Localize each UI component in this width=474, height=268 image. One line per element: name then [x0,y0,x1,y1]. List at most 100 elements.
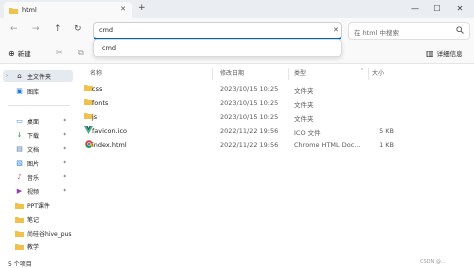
back-button[interactable]: ← [10,24,18,34]
file-date: 2023/10/15 10:25 [220,85,279,93]
forward-button[interactable]: → [32,24,40,34]
video-icon: ▶ [16,187,23,195]
sidebar-item-desktop[interactable]: ▭ 桌面 ✦ [3,115,73,127]
sidebar-item-home[interactable]: › ⌂ 主文件夹 [3,70,73,82]
sidebar-item-label: PPT课件 [27,202,50,210]
address-suggestion[interactable]: cmd [93,39,342,57]
add-icon: ⊕ [8,48,15,58]
column-size[interactable]: 大小 [372,68,384,77]
file-type: ICO 文件 [294,129,321,137]
file-type: Chrome HTML Doc... [294,141,361,149]
column-divider[interactable] [288,68,289,80]
sidebar-item-label: 文档 [27,146,40,154]
sidebar-item-teaching[interactable]: 教学 [3,241,73,251]
file-list: 名称 修改日期 类型 ⌃ 大小 css 2023/10/15 10:25 文件夹… [76,64,474,258]
new-button[interactable]: ⊕ 新建 [8,48,31,59]
navigation-pane: › ⌂ 主文件夹 ▣ 图库 ▭ 桌面 ✦ ↓ 下载 ✦ ▤ 文档 ✦ ▧ 图片 … [0,64,76,258]
sidebar-item-label: 主文件夹 [27,73,52,81]
folder-icon [15,216,24,223]
up-button[interactable]: ↑ [54,24,62,34]
search-input[interactable]: 在 html 中搜索 [348,22,470,40]
sidebar-item-videos[interactable]: ▶ 视频 ✦ [3,185,73,197]
file-size: 5 KB [379,127,394,135]
sidebar-item-label: 尚硅谷hive_pus [27,230,72,238]
sidebar-item-pictures[interactable]: ▧ 图片 ✦ [3,157,73,169]
file-name: favicon.ico [92,127,128,135]
tab-html[interactable]: html ✕ [4,2,132,18]
file-type: 文件夹 [294,87,314,95]
sidebar-item-documents[interactable]: ▤ 文档 ✦ [3,143,73,155]
table-row[interactable]: index.html 2022/11/22 19:56 Chrome HTML … [76,138,474,152]
watermark: CSDN @... [420,259,446,265]
column-date[interactable]: 修改日期 [220,68,244,77]
item-count: 5 个项目 [8,261,32,268]
status-bar: 5 个项目 CSDN @... [0,258,474,268]
folder-icon [9,7,18,14]
column-name[interactable]: 名称 [90,68,102,77]
tab-title: html [22,6,37,14]
pin-icon: ✦ [62,146,67,152]
details-button[interactable]: ▥ 详细信息 [426,48,463,59]
new-label: 新建 [17,50,31,58]
table-row[interactable]: favicon.ico 2022/11/22 19:56 ICO 文件 5 KB [76,124,474,138]
maximize-button[interactable]: ☐ [426,2,448,15]
file-date: 2022/11/22 19:56 [220,127,279,135]
close-window-button[interactable]: ✕ [449,2,471,15]
home-icon: ⌂ [17,72,22,80]
table-row[interactable]: fonts 2023/10/15 10:25 文件夹 [76,96,474,110]
pictures-icon: ▧ [16,159,23,167]
sidebar-item-label: 图片 [27,160,40,168]
search-placeholder: 在 html 中搜索 [354,29,399,37]
details-icon: ▥ [426,48,434,58]
table-row[interactable]: css 2023/10/15 10:25 文件夹 [76,82,474,96]
details-label: 详细信息 [436,50,463,58]
sidebar-item-ppt[interactable]: PPT课件 [3,199,73,211]
folder-icon [15,230,24,237]
column-header: 名称 修改日期 类型 ⌃ 大小 [76,68,474,80]
refresh-button[interactable]: ↻ [74,24,82,34]
clear-address-icon[interactable]: ✕ [333,26,339,34]
music-icon: ♪ [17,173,22,181]
pin-icon: ✦ [62,132,67,138]
sidebar-item-label: 视频 [27,188,40,196]
sidebar-item-music[interactable]: ♪ 音乐 ✦ [3,171,73,183]
gallery-icon: ▣ [16,87,23,95]
pin-icon: ✦ [62,118,67,124]
column-type[interactable]: 类型 [294,68,306,77]
cut-icon[interactable]: ✂ [56,48,63,57]
file-type: 文件夹 [294,101,314,109]
column-divider[interactable] [368,68,369,80]
pin-icon: ✦ [62,160,67,166]
folder-icon [15,202,24,209]
sidebar-item-label: 教学 [27,243,40,251]
file-type: 文件夹 [294,115,314,123]
file-date: 2023/10/15 10:25 [220,99,279,107]
sidebar-item-notes[interactable]: 笔记 [3,213,73,225]
minimize-button[interactable]: — [404,2,426,15]
pin-icon: ✦ [62,174,67,180]
sidebar-divider [8,105,70,106]
sidebar-item-downloads[interactable]: ↓ 下载 ✦ [3,129,73,141]
sidebar-item-hive[interactable]: 尚硅谷hive_pus [3,227,73,239]
sidebar-item-label: 下载 [27,132,40,140]
file-name: fonts [92,99,109,107]
file-date: 2023/10/15 10:25 [220,113,279,121]
sort-chevron-icon: ⌃ [360,68,365,74]
close-tab-icon[interactable]: ✕ [120,5,126,13]
title-bar: html ✕ + — ☐ ✕ [0,0,474,18]
sidebar-item-gallery[interactable]: ▣ 图库 [3,85,73,97]
table-row[interactable]: js 2023/10/15 10:25 文件夹 [76,110,474,124]
sidebar-item-label: 桌面 [27,118,40,126]
new-tab-button[interactable]: + [138,3,146,13]
chevron-right-icon[interactable]: › [6,73,8,79]
folder-icon [15,243,24,250]
download-icon: ↓ [16,131,23,139]
desktop-icon: ▭ [16,117,23,125]
sidebar-item-label: 笔记 [27,216,40,224]
copy-icon[interactable]: ⧉ [78,48,84,58]
column-divider[interactable] [212,68,213,80]
file-name: js [92,113,98,121]
search-icon [456,26,464,34]
sidebar-item-label: 音乐 [27,174,40,182]
address-input[interactable]: cmd [93,22,342,40]
